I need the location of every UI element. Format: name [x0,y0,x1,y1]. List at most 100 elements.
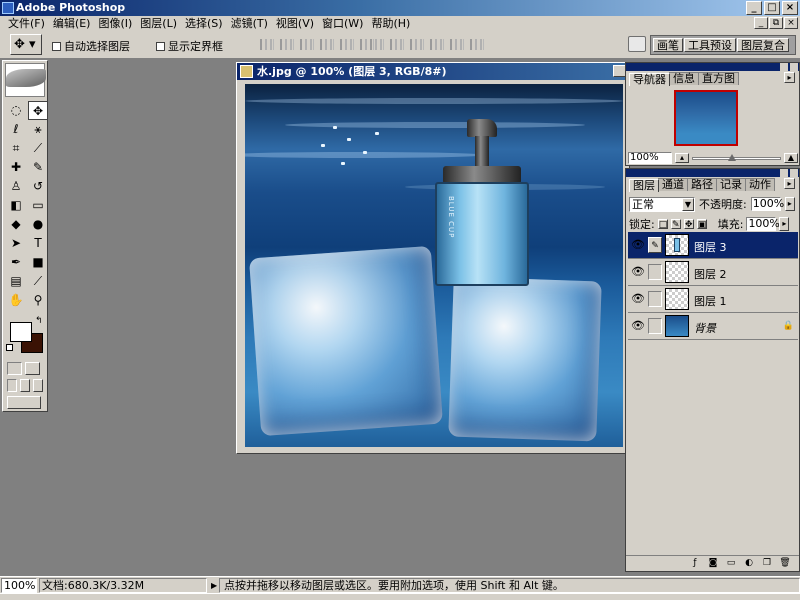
dodge-tool-icon[interactable]: ● [28,215,48,234]
document-title-bar[interactable]: 水.jpg @ 100% (图层 3, RGB/8#) [237,63,629,80]
adobe-online-button[interactable] [5,63,46,97]
menu-view[interactable]: 视图(V) [272,16,318,31]
layer-row[interactable]: 👁 图层 1 [628,286,798,313]
pen-tool-icon[interactable]: ✒ [6,253,26,272]
lasso-tool-icon[interactable]: ℓ [6,120,26,139]
palette-close-button[interactable] [790,169,798,177]
history-brush-tool-icon[interactable]: ↺ [28,177,48,196]
zoom-tool-icon[interactable]: ⚲ [28,291,48,310]
type-tool-icon[interactable]: T [28,234,48,253]
well-tab-brushes[interactable]: 画笔 [653,38,683,52]
fill-slider-arrow-icon[interactable]: ▸ [779,216,790,231]
zoom-slider-thumb[interactable] [727,153,736,161]
layer-name[interactable]: 图层 1 [694,293,727,309]
chevron-down-icon[interactable]: ▼ [682,197,694,211]
lock-pixels-icon[interactable]: ✎ [670,218,681,230]
delete-layer-icon[interactable]: 🗑 [779,558,791,569]
default-colors-icon[interactable] [6,344,13,351]
well-tab-tool-presets[interactable]: 工具预设 [684,38,736,52]
zoom-out-icon[interactable]: ▴ [675,153,689,163]
distribute-bottom-icon[interactable] [410,39,424,50]
show-bounds-checkbox-box[interactable] [156,41,165,51]
menu-edit[interactable]: 编辑(E) [49,16,95,31]
move-tool-icon[interactable]: ✥ [28,101,48,120]
full-screen-menu-icon[interactable] [20,379,30,392]
tab-history[interactable]: 记录 [716,178,746,191]
layer-row[interactable]: 👁 ✎ 图层 3 [628,232,798,259]
align-left-icon[interactable] [320,39,334,50]
tab-actions[interactable]: 动作 [745,178,775,191]
tab-navigator[interactable]: 导航器 [629,73,670,86]
menu-filter[interactable]: 滤镜(T) [227,16,272,31]
menu-layer[interactable]: 图层(L) [136,16,181,31]
layer-name[interactable]: 图层 2 [694,266,727,282]
auto-select-checkbox-box[interactable] [52,41,61,51]
crop-tool-icon[interactable]: ⌗ [6,139,26,158]
brush-tool-icon[interactable]: ✎ [28,158,48,177]
hand-tool-icon[interactable]: ✋ [6,291,26,310]
align-hcenter-icon[interactable] [340,39,354,50]
foreground-color-swatch[interactable] [10,322,32,342]
tab-info[interactable]: 信息 [669,72,699,85]
menu-image[interactable]: 图像(I) [94,16,136,31]
lock-transparency-icon[interactable]: □ [657,218,668,230]
menu-file[interactable]: 文件(F) [4,16,49,31]
tab-layers[interactable]: 图层 [629,179,659,192]
swap-colors-icon[interactable]: ↰ [35,316,43,326]
shape-tool-icon[interactable]: ■ [28,253,48,272]
clone-stamp-tool-icon[interactable]: ♙ [6,177,26,196]
layer-row[interactable]: 👁 背景 🔒 [628,313,798,340]
layers-menu-arrow-icon[interactable]: ▸ [784,178,795,189]
gradient-tool-icon[interactable]: ▭ [28,196,48,215]
new-layer-icon[interactable]: ❐ [761,558,773,569]
distribute-right-icon[interactable] [470,39,484,50]
doc-restore-button[interactable]: ⧉ [769,17,783,29]
distribute-left-icon[interactable] [430,39,444,50]
palette-minimize-button[interactable] [780,169,788,177]
palette-close-button[interactable] [790,63,798,71]
zoom-in-icon[interactable]: ▲ [784,153,798,163]
magic-wand-tool-icon[interactable]: ⚹ [28,120,48,139]
eye-icon[interactable]: 👁 [631,265,645,279]
blend-mode-select[interactable]: 正常 ▼ [629,196,695,212]
fill-field[interactable]: 100% [746,216,780,231]
menu-help[interactable]: 帮助(H) [367,16,414,31]
eye-icon[interactable]: 👁 [631,292,645,306]
auto-select-layer-checkbox[interactable]: 自动选择图层 [52,38,130,54]
standard-mode-icon[interactable] [7,362,22,375]
close-button[interactable]: × [782,1,798,15]
show-bounds-checkbox[interactable]: 显示定界框 [156,38,223,54]
path-selection-tool-icon[interactable]: ➤ [6,234,26,253]
link-slot[interactable] [648,291,662,307]
new-set-icon[interactable]: ▭ [725,558,737,569]
tab-channels[interactable]: 通道 [658,178,688,191]
link-slot[interactable] [648,264,662,280]
palette-minimize-button[interactable] [780,63,788,71]
full-screen-icon[interactable] [33,379,43,392]
doc-minimize-button[interactable]: _ [754,17,768,29]
navigator-zoom-field[interactable]: 100% [628,152,672,164]
navigator-menu-arrow-icon[interactable]: ▸ [784,72,795,83]
notes-tool-icon[interactable]: ▤ [6,272,26,291]
opacity-field[interactable]: 100% [750,197,784,211]
tab-histogram[interactable]: 直方图 [698,72,739,85]
distribute-top-icon[interactable] [370,39,384,50]
doc-close-button[interactable]: × [784,17,798,29]
distribute-hcenter-icon[interactable] [450,39,464,50]
menu-select[interactable]: 选择(S) [181,16,227,31]
well-tab-layer-comps[interactable]: 图层复合 [737,38,789,52]
opacity-slider-arrow-icon[interactable]: ▸ [784,197,795,211]
navigator-preview-thumbnail[interactable] [674,90,738,146]
align-vcenter-icon[interactable] [280,39,294,50]
standard-screen-icon[interactable] [7,379,17,392]
maximize-button[interactable]: □ [764,1,780,15]
eye-icon[interactable]: 👁 [631,238,645,252]
layer-name[interactable]: 图层 3 [694,239,727,255]
minimize-button[interactable]: _ [746,1,762,15]
jump-to-imageready-icon[interactable] [7,396,41,409]
lock-position-icon[interactable]: ✥ [683,218,694,230]
layer-name[interactable]: 背景 [694,320,716,336]
quick-mask-mode-icon[interactable] [25,362,40,375]
paintbrush-icon[interactable]: ✎ [648,237,662,253]
align-top-icon[interactable] [260,39,274,50]
